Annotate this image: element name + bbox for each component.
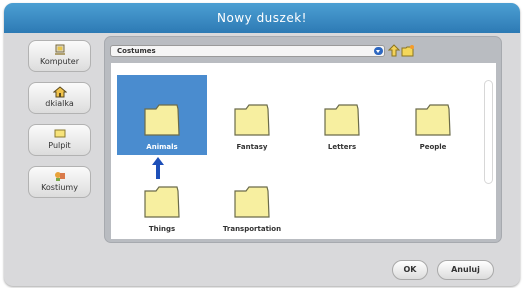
folder-item-transportation[interactable]: Transportation <box>207 157 297 237</box>
sidebar-item-label: Komputer <box>39 57 80 66</box>
folder-label: Things <box>148 225 176 233</box>
sidebar-item-label: Pulpit <box>48 141 71 150</box>
folder-icon <box>144 186 180 218</box>
folder-label: People <box>419 143 447 151</box>
home-icon <box>52 86 67 98</box>
sidebar-item-desktop[interactable]: Pulpit <box>28 124 91 156</box>
folder-up-icon[interactable] <box>388 44 400 57</box>
costumes-icon <box>54 172 65 181</box>
ok-button[interactable]: OK <box>392 260 428 280</box>
folder-icon <box>144 104 180 136</box>
folder-label: Letters <box>327 143 357 151</box>
folder-label: Fantasy <box>236 143 268 151</box>
path-dropdown[interactable]: Costumes <box>110 45 385 57</box>
folder-item-letters[interactable]: Letters <box>297 75 387 155</box>
sidebar-item-label: Kostiumy <box>41 183 78 192</box>
vertical-scrollbar[interactable] <box>484 80 493 184</box>
folder-icon <box>324 104 360 136</box>
dialog-title: Nowy duszek! <box>4 3 520 33</box>
folder-icon <box>234 186 270 218</box>
arrow-up-icon <box>152 157 164 179</box>
folder-item-people[interactable]: People <box>388 75 478 155</box>
folder-item-fantasy[interactable]: Fantasy <box>207 75 297 155</box>
folder-item-animals[interactable]: Animals <box>117 75 207 155</box>
new-folder-icon[interactable] <box>401 44 415 57</box>
chevron-down-icon[interactable] <box>374 47 383 55</box>
sidebar-item-computer[interactable]: Komputer <box>28 40 91 72</box>
sidebar-item-home[interactable]: dkialka <box>28 82 91 114</box>
desktop-icon <box>54 129 65 138</box>
folder-icon <box>234 104 270 136</box>
sidebar-item-costumes[interactable]: Kostiumy <box>28 166 91 198</box>
sidebar-item-label: dkialka <box>45 99 74 108</box>
folder-icon <box>415 104 451 136</box>
computer-icon <box>54 44 65 55</box>
path-label: Costumes <box>117 47 156 55</box>
cancel-button[interactable]: Anuluj <box>437 260 494 280</box>
folder-label: Transportation <box>222 225 282 233</box>
folder-label: Animals <box>146 143 178 151</box>
